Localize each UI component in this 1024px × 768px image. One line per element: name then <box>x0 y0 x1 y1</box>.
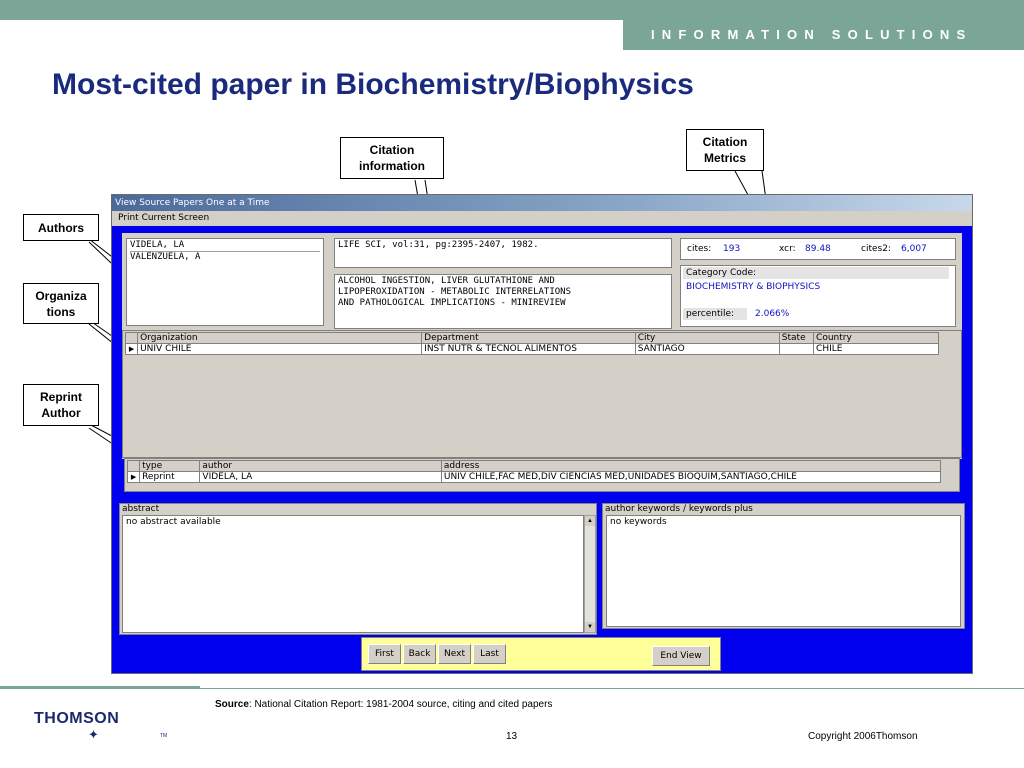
row-pointer-icon[interactable]: ▶ <box>124 343 139 355</box>
row-pointer-icon[interactable]: ▶ <box>126 471 141 483</box>
back-button[interactable]: Back <box>403 644 436 664</box>
organization-grid: Organization Department City State Count… <box>122 330 962 458</box>
copyright: Copyright 2006Thomson <box>808 731 918 742</box>
cites-label: cites: <box>687 244 712 254</box>
paper-title-field[interactable]: ALCOHOL INGESTION, LIVER GLUTATHIONE AND… <box>334 274 672 329</box>
abstract-label: abstract <box>122 504 160 514</box>
table-row[interactable]: ▶ Reprint VIDELA, LA UNIV CHILE,FAC MED,… <box>126 471 942 483</box>
callout-citation-information: Citation information <box>340 137 444 179</box>
callout-text: Author <box>41 406 81 420</box>
abstract-panel: abstract no abstract available ▲ ▼ <box>119 503 597 635</box>
trademark-mark: TM <box>160 733 168 739</box>
percentile-value: 2.066% <box>755 309 790 319</box>
footer-accent <box>0 686 200 689</box>
source-note: Source: National Citation Report: 1981-2… <box>215 699 552 710</box>
window-title: View Source Papers One at a Time <box>112 195 972 211</box>
first-button[interactable]: First <box>368 644 401 664</box>
cites-metrics: cites: 193 xcr: 89.48 cites2: 6,007 <box>680 238 956 260</box>
table-cell[interactable]: UNIV CHILE,FAC MED,DIV CIENCIAS MED,UNID… <box>440 471 942 483</box>
callout-authors: Authors <box>23 214 99 241</box>
category-label: Category Code: <box>683 267 949 279</box>
callout-reprint-author: Reprint Author <box>23 384 99 426</box>
abstract-text[interactable]: no abstract available <box>122 515 584 633</box>
menu-bar: Print Current Screen <box>112 211 972 226</box>
table-cell[interactable]: VIDELA, LA <box>199 471 442 483</box>
category-panel: Category Code: BIOCHEMISTRY & BIOPHYSICS… <box>680 265 956 327</box>
callout-text: Citation <box>702 135 748 149</box>
table-cell[interactable]: INST NUTR & TECNOL ALIMENTOS <box>421 343 636 355</box>
page-number: 13 <box>506 731 518 742</box>
reprint-table: type author address ▶ Reprint VIDELA, LA… <box>126 460 942 483</box>
keywords-label: author keywords / keywords plus <box>605 504 753 514</box>
col-header[interactable]: Country <box>813 332 939 344</box>
xcr-value: 89.48 <box>805 244 831 254</box>
table-cell[interactable] <box>778 343 815 355</box>
callout-text: information <box>359 159 425 173</box>
cites-value: 193 <box>723 244 741 254</box>
keywords-text[interactable]: no keywords <box>606 515 961 627</box>
callout-text: Metrics <box>703 151 746 165</box>
row-selector-header <box>126 460 141 472</box>
record-panel: VIDELA, LA VALENZUELA, A LIFE SCI, vol:3… <box>122 233 962 459</box>
paper-title-line: ALCOHOL INGESTION, LIVER GLUTATHIONE AND <box>338 276 555 286</box>
end-view-button[interactable]: End View <box>652 646 710 666</box>
callout-text: Reprint <box>40 390 82 404</box>
authors-list[interactable]: VIDELA, LA VALENZUELA, A <box>126 238 324 326</box>
col-header[interactable]: Organization <box>137 332 423 344</box>
cites2-value: 6,007 <box>901 244 927 254</box>
col-header[interactable]: author <box>199 460 442 472</box>
thomson-logo: THOMSON <box>34 710 120 727</box>
scroll-down-icon[interactable]: ▼ <box>585 622 595 632</box>
source-label: Source <box>215 699 249 710</box>
next-button[interactable]: Next <box>438 644 471 664</box>
keywords-panel: author keywords / keywords plus no keywo… <box>602 503 965 629</box>
table-row[interactable]: ▶ UNIV CHILE INST NUTR & TECNOL ALIMENTO… <box>124 343 939 355</box>
last-button[interactable]: Last <box>473 644 506 664</box>
category-value: BIOCHEMISTRY & BIOPHYSICS <box>686 282 821 292</box>
source-text: : National Citation Report: 1981-2004 so… <box>248 699 553 710</box>
scroll-up-icon[interactable]: ▲ <box>585 516 595 526</box>
author-item[interactable]: VIDELA, LA <box>130 240 320 252</box>
xcr-label: xcr: <box>779 244 796 254</box>
callout-text: Authors <box>38 220 84 235</box>
abstract-scrollbar[interactable]: ▲ ▼ <box>584 515 596 633</box>
cites2-label: cites2: <box>861 244 891 254</box>
col-header[interactable]: address <box>440 460 942 472</box>
callout-text: tions <box>46 304 76 319</box>
table-cell[interactable]: SANTIAGO <box>634 343 780 355</box>
percentile-label: percentile: <box>683 308 747 320</box>
paper-title-line: LIPOPEROXIDATION - METABOLIC INTERRELATI… <box>338 287 571 297</box>
app-window: View Source Papers One at a Time Print C… <box>111 194 973 674</box>
paper-title-line: AND PATHOLOGICAL IMPLICATIONS - MINIREVI… <box>338 298 566 308</box>
table-cell[interactable]: Reprint <box>139 471 201 483</box>
reprint-grid: type author address ▶ Reprint VIDELA, LA… <box>124 458 960 492</box>
menu-print-current-screen[interactable]: Print Current Screen <box>118 213 209 223</box>
source-field[interactable]: LIFE SCI, vol:31, pg:2395-2407, 1982. <box>334 238 672 268</box>
organization-table: Organization Department City State Count… <box>124 332 939 355</box>
callout-citation-metrics: Citation Metrics <box>686 129 764 171</box>
star-icon: ✦ <box>88 727 99 742</box>
col-header[interactable]: State <box>778 332 815 344</box>
row-selector-header <box>124 332 139 344</box>
col-header[interactable]: type <box>139 460 201 472</box>
author-item[interactable]: VALENZUELA, A <box>130 252 320 263</box>
nav-bar: First Back Next Last End View <box>361 637 721 671</box>
col-header[interactable]: City <box>634 332 780 344</box>
callout-text: Organiza <box>35 288 87 303</box>
callout-organizations: Organiza tions <box>23 283 99 324</box>
callout-text: Citation <box>369 143 415 157</box>
col-header[interactable]: Department <box>421 332 636 344</box>
table-cell[interactable]: UNIV CHILE <box>137 343 423 355</box>
table-cell[interactable]: CHILE <box>813 343 939 355</box>
